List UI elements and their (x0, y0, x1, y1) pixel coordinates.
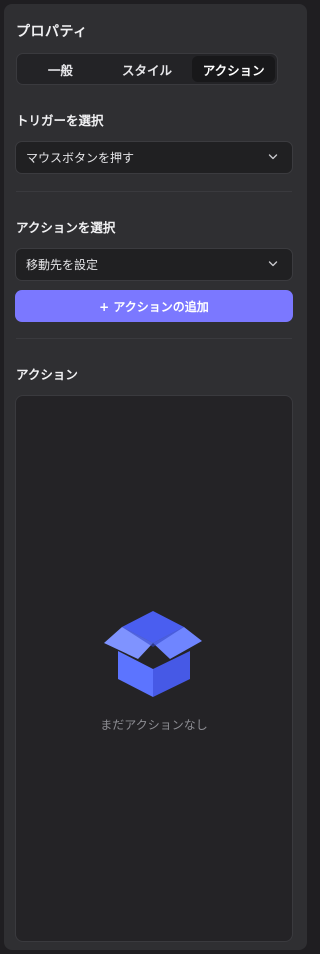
trigger-label: トリガーを選択 (16, 113, 104, 128)
tab-action[interactable]: アクション (192, 56, 276, 82)
tab-general[interactable]: 一般 (19, 56, 102, 82)
add-action-button[interactable]: + アクションの追加 (15, 290, 293, 322)
tab-bar: 一般 スタイル アクション (16, 53, 278, 85)
open-box-icon (104, 611, 202, 697)
trigger-select-value: マウスボタンを押す (26, 151, 135, 165)
empty-state-text: まだアクションなし (100, 718, 208, 732)
panel-title: プロパティ (16, 24, 88, 40)
action-select-value: 移動先を設定 (26, 258, 99, 272)
chevron-down-icon (268, 261, 278, 267)
actions-list: まだアクションなし (15, 395, 293, 942)
action-select-label: アクションを選択 (16, 220, 116, 235)
divider (16, 338, 292, 339)
tab-style[interactable]: スタイル (106, 56, 189, 82)
divider (16, 191, 292, 192)
trigger-select[interactable]: マウスボタンを押す (15, 141, 293, 174)
actions-label: アクション (16, 367, 78, 382)
action-select[interactable]: 移動先を設定 (15, 248, 293, 281)
chevron-down-icon (268, 154, 278, 160)
